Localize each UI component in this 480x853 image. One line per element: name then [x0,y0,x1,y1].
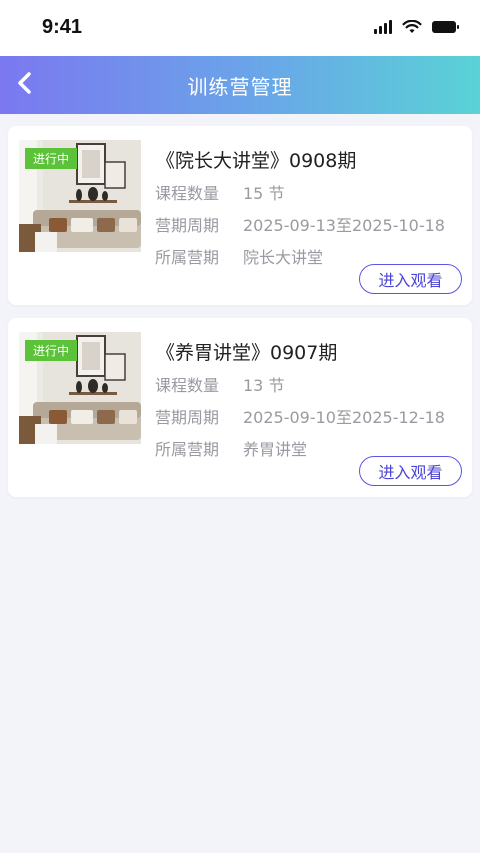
camp-card[interactable]: 进行中 《养胃讲堂》0907期 课程数量 13 节 营期周期 2025-09-10至… [8,318,472,497]
wifi-icon [402,20,422,33]
status-badge: 进行中 [25,148,78,169]
camp-value: 院长大讲堂 [243,248,324,267]
camp-row: 所属营期 养胃讲堂 [155,436,307,460]
course-count-label: 课程数量 [155,184,220,203]
camp-label: 所属营期 [155,248,220,267]
camp-title: 《院长大讲堂》0908期 [156,150,357,172]
camp-thumbnail: 进行中 [19,332,141,444]
cellular-signal-icon [374,20,392,34]
status-icons [374,20,459,34]
battery-icon [432,21,459,33]
course-count-row: 课程数量 13 节 [155,372,284,396]
camp-value: 养胃讲堂 [243,440,308,459]
back-arrow-icon[interactable] [10,68,40,98]
period-value: 2025-09-10至2025-12-18 [243,408,445,427]
course-count-label: 课程数量 [155,376,220,395]
enter-watch-button[interactable]: 进入观看 [359,264,462,294]
course-count-value: 13 节 [243,376,285,395]
course-count-row: 课程数量 15 节 [155,180,284,204]
camp-thumbnail: 进行中 [19,140,141,252]
period-label: 营期周期 [155,408,220,427]
period-row: 营期周期 2025-09-10至2025-12-18 [155,404,445,428]
period-value: 2025-09-13至2025-10-18 [243,216,445,235]
enter-watch-button[interactable]: 进入观看 [359,456,462,486]
status-time: 9:41 [42,16,83,38]
camp-title: 《养胃讲堂》0907期 [156,342,338,364]
status-badge: 进行中 [25,340,78,361]
period-row: 营期周期 2025-09-13至2025-10-18 [155,212,445,236]
status-bar: 9:41 [0,0,480,56]
camp-label: 所属营期 [155,440,220,459]
page-title: 训练营管理 [187,74,293,99]
camp-list: 进行中 《院长大讲堂》0908期 课程数量 15 节 营期周期 2025-09-13… [0,114,480,497]
camp-row: 所属营期 院长大讲堂 [155,244,323,268]
course-count-value: 15 节 [243,184,285,203]
period-label: 营期周期 [155,216,220,235]
camp-card[interactable]: 进行中 《院长大讲堂》0908期 课程数量 15 节 营期周期 2025-09-13… [8,126,472,305]
nav-bar: 训练营管理 [0,56,480,114]
